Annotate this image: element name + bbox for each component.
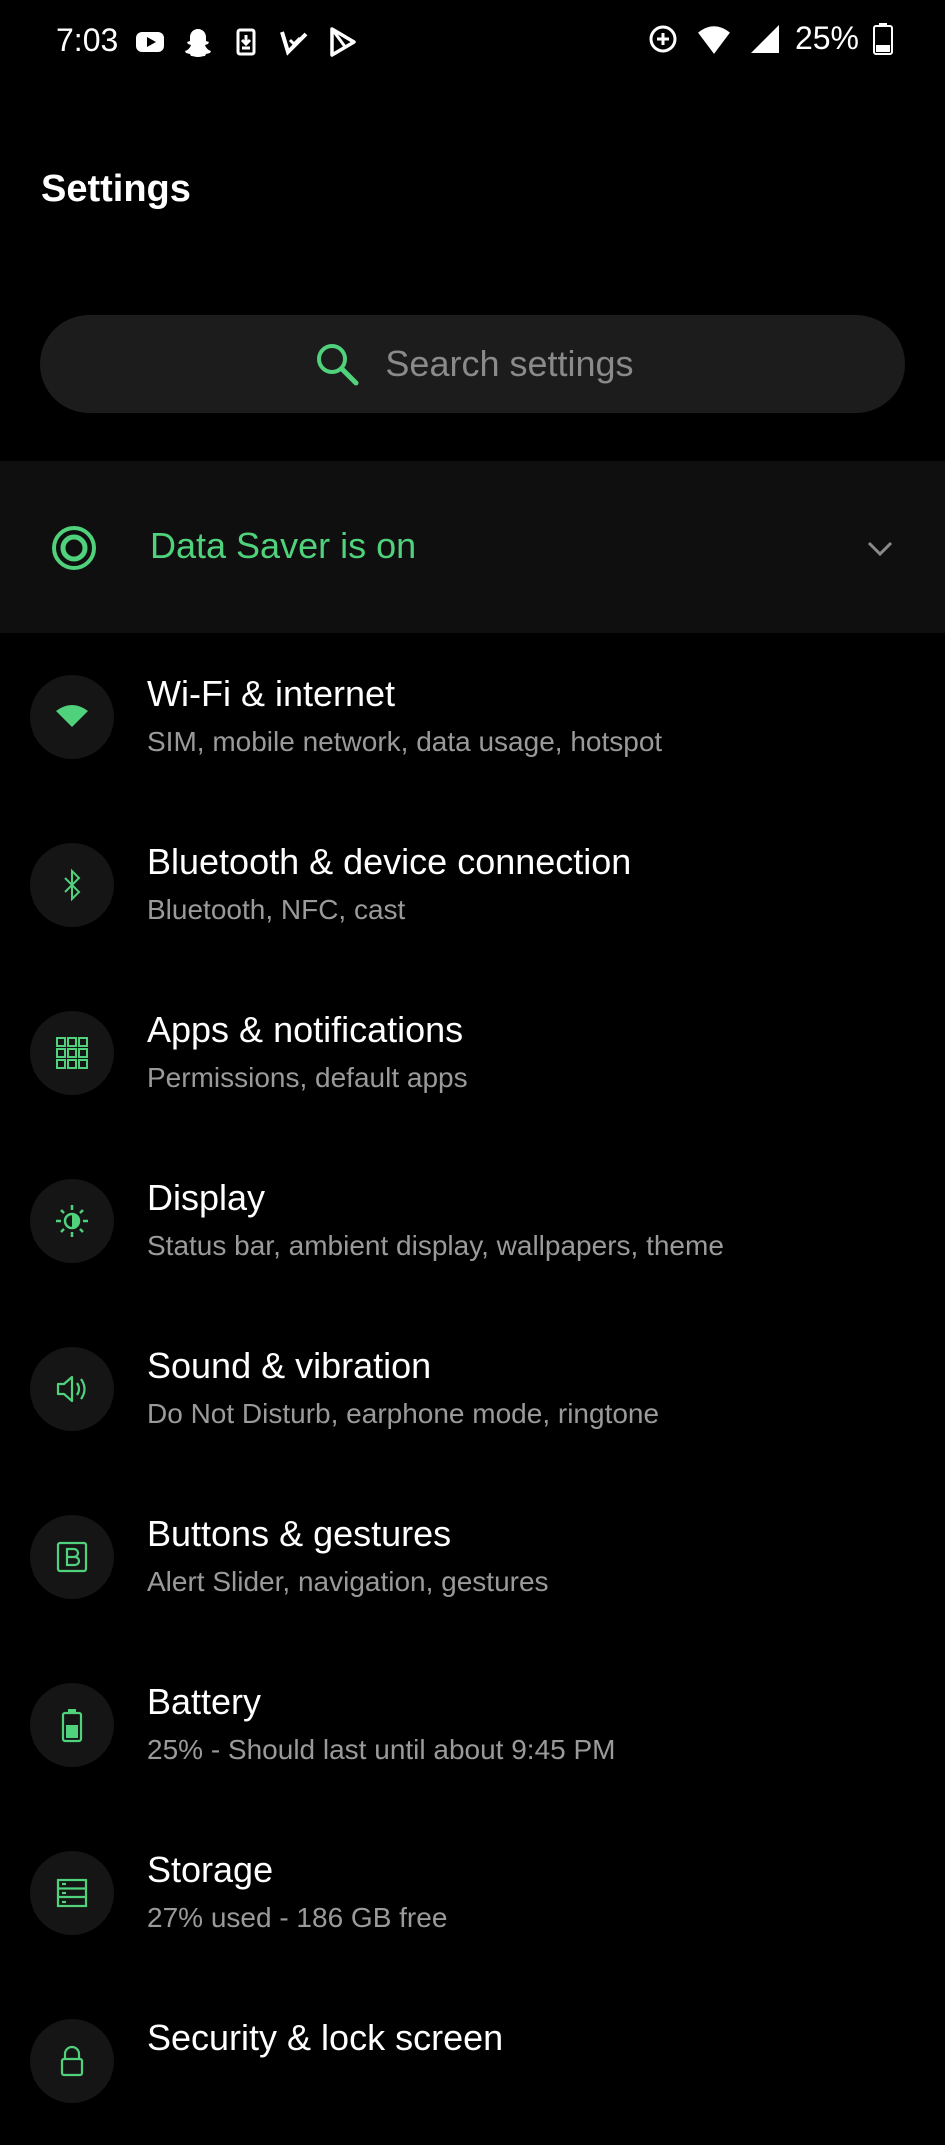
chevron-down-icon[interactable] xyxy=(863,533,897,563)
settings-item-subtitle: 25% - Should last until about 9:45 PM xyxy=(147,1734,616,1765)
brightness-icon xyxy=(30,1179,114,1263)
data-saver-icon xyxy=(52,526,96,570)
page-title: Settings xyxy=(41,168,191,210)
battery-percent: 25% xyxy=(794,20,859,56)
status-indicators: 25% xyxy=(647,20,893,57)
status-bar: 7:03 25% xyxy=(0,0,945,86)
lock-icon xyxy=(30,2019,114,2103)
snapchat-icon xyxy=(185,29,211,57)
search-icon xyxy=(317,344,359,386)
data-saver-icon xyxy=(649,25,677,52)
settings-item-subtitle: 27% used - 186 GB free xyxy=(147,1902,448,1933)
settings-item-title: Storage xyxy=(147,1849,274,1890)
battery-icon xyxy=(30,1683,114,1767)
search-placeholder: Search settings xyxy=(385,343,634,384)
settings-item-title: Sound & vibration xyxy=(147,1345,432,1386)
settings-item-bluetooth[interactable]: Bluetooth & device connection Bluetooth,… xyxy=(0,801,945,969)
settings-list: Wi-Fi & internet SIM, mobile network, da… xyxy=(0,633,945,2145)
settings-item-title: Display xyxy=(147,1177,266,1218)
battery-icon xyxy=(873,22,893,55)
settings-item-battery[interactable]: Battery 25% - Should last until about 9:… xyxy=(0,1641,945,1809)
settings-item-title: Bluetooth & device connection xyxy=(147,841,632,882)
settings-item-title: Wi-Fi & internet xyxy=(147,673,396,714)
wifi-icon xyxy=(30,675,114,759)
notification-icons xyxy=(134,26,358,58)
button-b-icon xyxy=(30,1515,114,1599)
settings-item-buttons[interactable]: Buttons & gestures Alert Slider, navigat… xyxy=(0,1473,945,1641)
settings-item-subtitle: Permissions, default apps xyxy=(147,1062,468,1093)
settings-item-title: Security & lock screen xyxy=(147,2017,504,2058)
settings-item-subtitle: SIM, mobile network, data usage, hotspot xyxy=(147,726,663,757)
status-time: 7:03 xyxy=(56,22,119,58)
settings-item-subtitle: Do Not Disturb, earphone mode, ringtone xyxy=(147,1398,660,1429)
settings-item-wifi[interactable]: Wi-Fi & internet SIM, mobile network, da… xyxy=(0,633,945,801)
settings-item-title: Apps & notifications xyxy=(147,1009,464,1050)
wifi-icon xyxy=(698,25,730,54)
settings-item-subtitle: Bluetooth, NFC, cast xyxy=(147,894,406,925)
signal-icon xyxy=(750,24,779,53)
settings-item-subtitle: Alert Slider, navigation, gestures xyxy=(147,1566,549,1597)
apps-grid-icon xyxy=(30,1011,114,1095)
settings-item-title: Buttons & gestures xyxy=(147,1513,452,1554)
search-input[interactable]: Search settings xyxy=(40,315,905,413)
play-store-icon xyxy=(330,27,356,57)
storage-icon xyxy=(30,1851,114,1935)
data-saver-label: Data Saver is on xyxy=(150,525,417,566)
data-saver-banner[interactable]: Data Saver is on xyxy=(0,461,945,633)
settings-item-sound[interactable]: Sound & vibration Do Not Disturb, earpho… xyxy=(0,1305,945,1473)
settings-item-storage[interactable]: Storage 27% used - 186 GB free xyxy=(0,1809,945,1977)
settings-item-display[interactable]: Display Status bar, ambient display, wal… xyxy=(0,1137,945,1305)
settings-item-security[interactable]: Security & lock screen xyxy=(0,1977,945,2145)
download-icon xyxy=(236,28,256,56)
speaker-icon xyxy=(30,1347,114,1431)
settings-item-subtitle: Status bar, ambient display, wallpapers,… xyxy=(147,1230,724,1261)
settings-item-title: Battery xyxy=(147,1681,262,1722)
youtube-icon xyxy=(136,32,164,52)
settings-item-apps[interactable]: Apps & notifications Permissions, defaul… xyxy=(0,969,945,1137)
bluetooth-icon xyxy=(30,843,114,927)
check-notification-icon xyxy=(280,31,308,56)
